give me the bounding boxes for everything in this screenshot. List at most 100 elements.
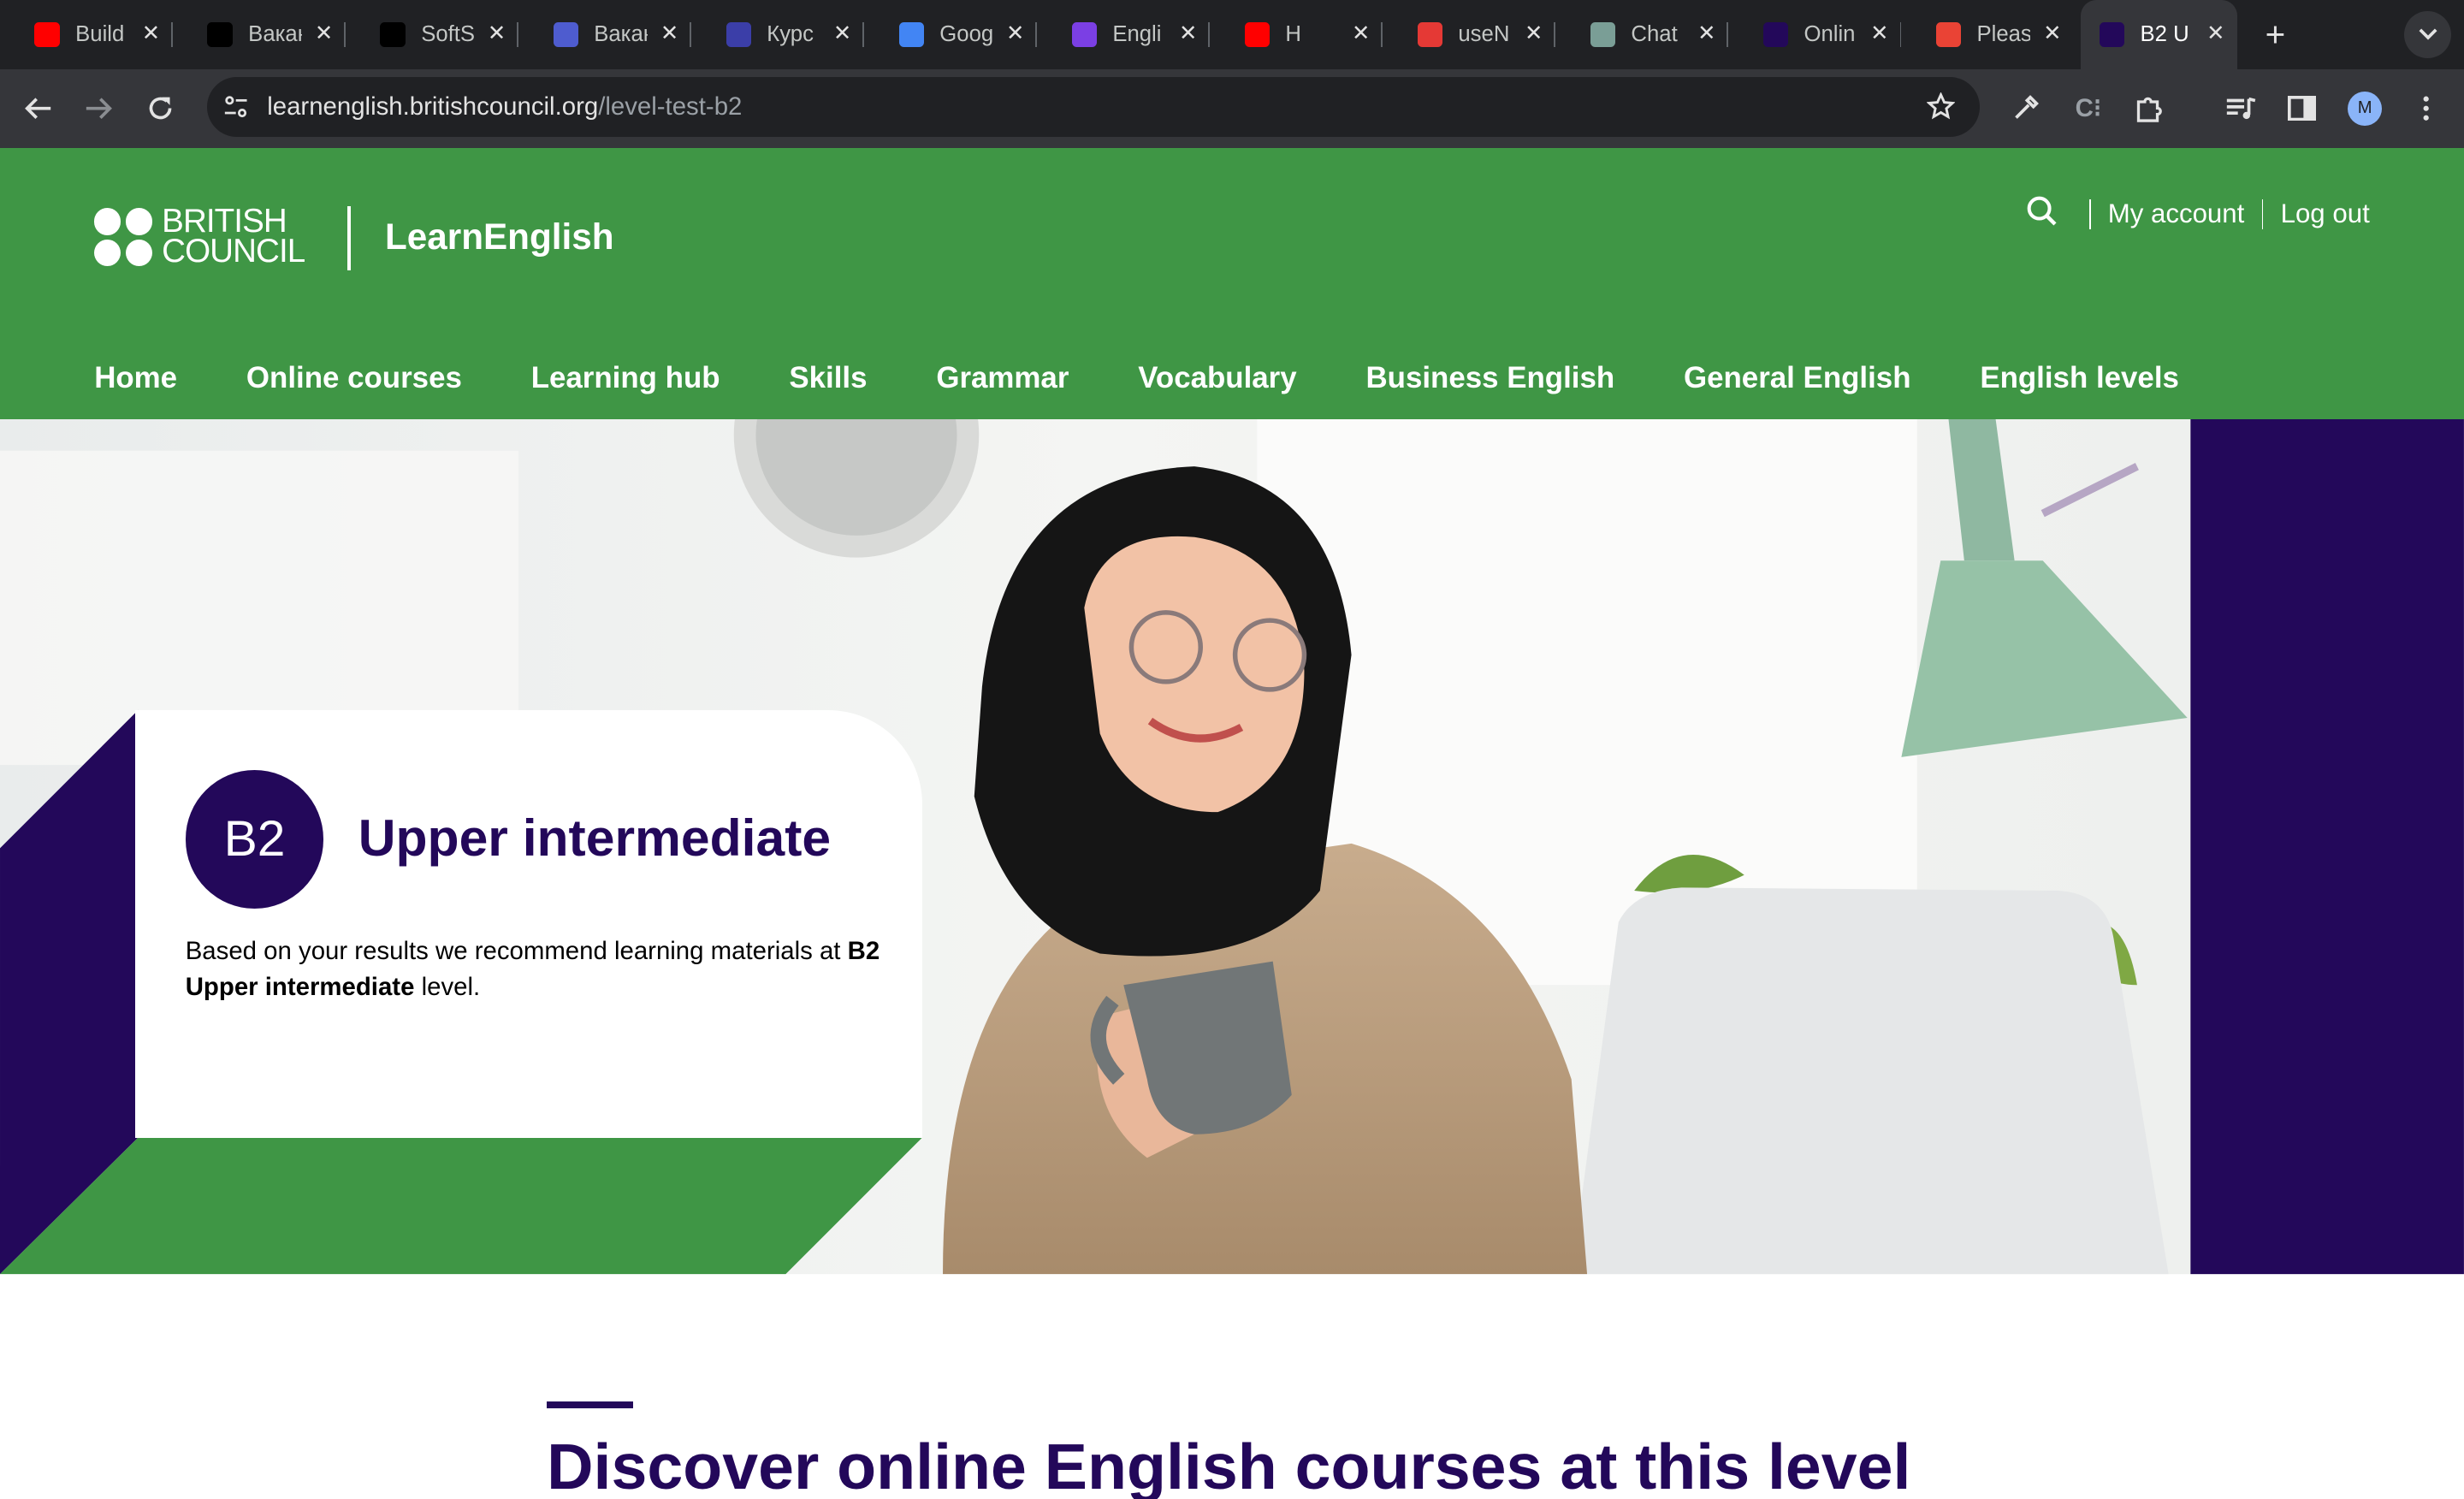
tab-title: SoftS: [421, 21, 475, 46]
usen-icon: [1417, 21, 1443, 48]
browser-tab[interactable]: Engli ✕: [1037, 0, 1211, 69]
browser-tab[interactable]: useN ✕: [1383, 0, 1556, 69]
nav-home[interactable]: Home: [94, 361, 177, 395]
hero-banner: B2 Upper intermediate Based on your resu…: [0, 419, 2464, 1275]
side-panel-icon[interactable]: [2283, 90, 2321, 127]
browser-tab[interactable]: Pleas ✕: [1901, 0, 2074, 69]
nav-grammar[interactable]: Grammar: [936, 361, 1069, 395]
tab-search-chevron-icon[interactable]: [2404, 10, 2452, 58]
close-tab-icon[interactable]: ✕: [142, 21, 161, 46]
course-icon: [726, 21, 751, 48]
bookmark-star-icon[interactable]: [1926, 92, 1956, 127]
utility-nav: My account Log out: [2026, 195, 2370, 234]
close-tab-icon[interactable]: ✕: [2043, 21, 2062, 46]
tab-title: Onlin: [1804, 21, 1856, 46]
brand-text: BRITISH COUNCIL: [162, 205, 305, 268]
nav-general-english[interactable]: General English: [1684, 361, 1911, 395]
browser-tab[interactable]: Курс ✕: [691, 0, 865, 69]
chatgpt-icon: [1590, 21, 1616, 48]
level-desc-prefix: Based on your results we recommend learn…: [185, 936, 841, 965]
browser-tabstrip: Build ✕ Вакан ✕ SoftS ✕ Вакан ✕ Курс ✕ Goog ✕ Engli ✕…: [0, 0, 2464, 69]
tab-title: useN: [1458, 21, 1510, 46]
close-tab-icon[interactable]: ✕: [1352, 21, 1371, 46]
site-name-link[interactable]: LearnEnglish: [385, 216, 614, 258]
tab-title: H: [1285, 21, 1301, 46]
close-tab-icon[interactable]: ✕: [1870, 21, 1889, 46]
browser-tab[interactable]: B2 U ✕: [2080, 0, 2238, 69]
main-nav: Home Online courses Learning hub Skills …: [94, 361, 2248, 395]
browser-tab[interactable]: Chat ✕: [1555, 0, 1729, 69]
reload-icon[interactable]: [141, 90, 179, 127]
search-icon[interactable]: [2026, 195, 2058, 234]
english-icon: [1071, 21, 1097, 48]
nav-vocabulary[interactable]: Vocabulary: [1138, 361, 1296, 395]
browser-toolbar: learnenglish.britishcouncil.org/level-te…: [0, 68, 2464, 148]
tab-title: Вакан: [594, 21, 647, 46]
tab-title: B2 U: [2140, 21, 2189, 46]
british-council-logo[interactable]: BRITISH COUNCIL: [94, 205, 305, 268]
media-controls-icon[interactable]: [2222, 90, 2260, 127]
discover-courses-heading: Discover online English courses at this …: [547, 1431, 1911, 1499]
url-path: /level-test-b2: [598, 92, 743, 121]
close-tab-icon[interactable]: ✕: [660, 21, 679, 46]
my-account-link[interactable]: My account: [2108, 198, 2245, 229]
youtube-icon: [1244, 21, 1270, 48]
tab-title: Курс: [767, 21, 814, 46]
close-tab-icon[interactable]: ✕: [1179, 21, 1198, 46]
browser-tab[interactable]: Вакан ✕: [518, 0, 692, 69]
browser-tab[interactable]: Onlin ✕: [1728, 0, 1902, 69]
close-tab-icon[interactable]: ✕: [315, 21, 334, 46]
new-tab-button[interactable]: +: [2256, 15, 2294, 55]
british-council-dots-icon: [94, 208, 153, 267]
forward-arrow-icon[interactable]: [80, 90, 118, 127]
tab-title: Pleas: [1976, 21, 2030, 46]
close-tab-icon[interactable]: ✕: [1006, 21, 1025, 46]
tab-title: Chat: [1631, 21, 1678, 46]
profile-avatar[interactable]: M: [2348, 91, 2383, 126]
site-header: BRITISH COUNCIL LearnEnglish My account …: [0, 147, 2464, 420]
dou-icon: [207, 21, 233, 48]
gmail-icon: [1935, 21, 1962, 48]
level-desc-suffix: level.: [414, 973, 481, 1002]
google-translate-icon: [898, 21, 924, 48]
browser-tab[interactable]: Вакан ✕: [173, 0, 346, 69]
browser-tab[interactable]: Goog ✕: [864, 0, 1038, 69]
british-council-icon: [2099, 21, 2125, 48]
nav-english-levels[interactable]: English levels: [1980, 361, 2179, 395]
extension-c-icon[interactable]: C⁝: [2070, 90, 2107, 127]
nav-learning-hub[interactable]: Learning hub: [531, 361, 720, 395]
site-settings-icon[interactable]: [223, 94, 248, 126]
back-arrow-icon[interactable]: [19, 90, 56, 127]
browser-tab[interactable]: SoftS ✕: [346, 0, 519, 69]
youtube-icon: [34, 21, 60, 48]
close-tab-icon[interactable]: ✕: [1697, 21, 1716, 46]
level-result-card: B2 Upper intermediate Based on your resu…: [134, 710, 923, 1138]
close-tab-icon[interactable]: ✕: [1525, 21, 1543, 46]
s-icon: [380, 21, 406, 48]
util-divider: [2088, 198, 2091, 229]
browser-tab[interactable]: Build ✕: [0, 0, 174, 69]
eyedropper-icon[interactable]: [2006, 90, 2044, 127]
close-tab-icon[interactable]: ✕: [833, 21, 852, 46]
log-out-link[interactable]: Log out: [2281, 198, 2370, 229]
url-domain: learnenglish.britishcouncil.org: [267, 92, 599, 121]
nav-online-courses[interactable]: Online courses: [246, 361, 462, 395]
logo-divider: [346, 205, 351, 270]
djinni-icon: [553, 21, 578, 48]
close-tab-icon[interactable]: ✕: [2206, 21, 2225, 46]
tab-title: Build: [75, 21, 125, 46]
url-text: learnenglish.britishcouncil.org/level-te…: [267, 92, 742, 121]
extensions-puzzle-icon[interactable]: [2131, 90, 2169, 127]
more-menu-icon[interactable]: [2408, 90, 2445, 127]
browser-tab[interactable]: H ✕: [1210, 0, 1383, 69]
british-council-icon: [1762, 21, 1789, 48]
address-bar[interactable]: learnenglish.britishcouncil.org/level-te…: [207, 76, 1981, 137]
tab-title: Вакан: [248, 21, 301, 46]
nav-business-english[interactable]: Business English: [1365, 361, 1614, 395]
close-tab-icon[interactable]: ✕: [488, 21, 506, 46]
tab-title: Goog: [939, 21, 993, 46]
section-accent-line: [547, 1401, 634, 1408]
level-badge: B2: [185, 769, 324, 909]
nav-skills[interactable]: Skills: [789, 361, 867, 395]
tab-title: Engli: [1112, 21, 1162, 46]
